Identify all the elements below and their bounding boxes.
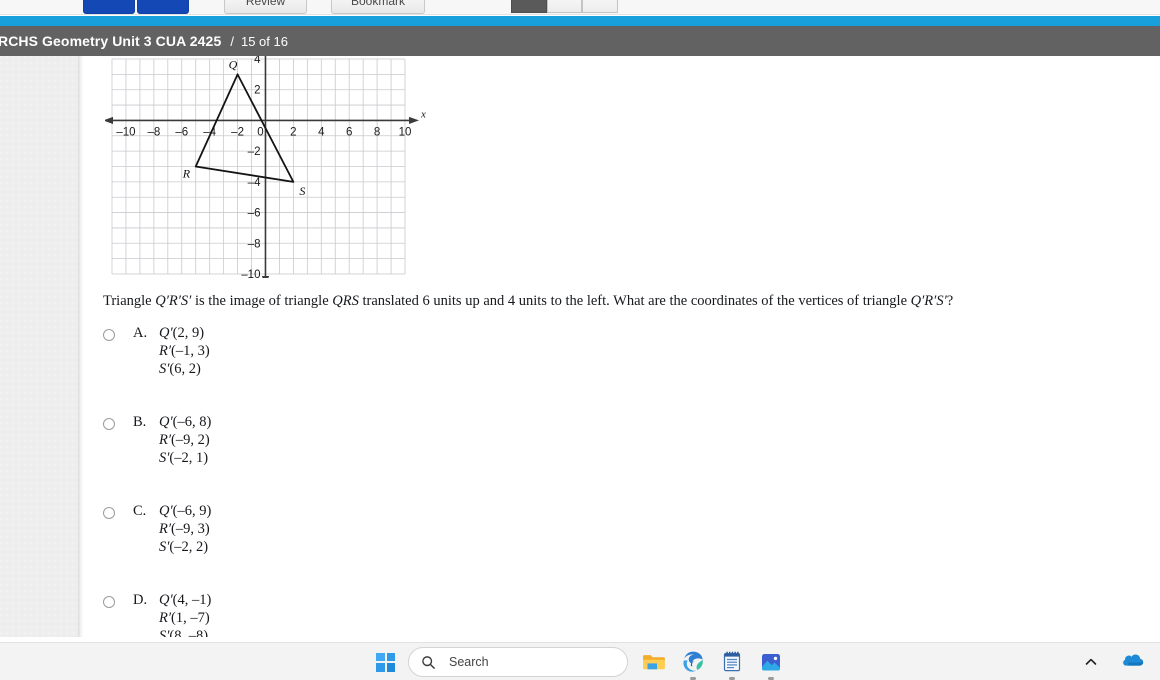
x-tick-label: 4 [318,126,325,138]
search-icon [421,655,436,670]
choice-coordinate-line: Q′(–6, 9) [159,503,212,519]
radio-button[interactable] [103,418,115,430]
answer-choice-a[interactable]: A. Q′(2, 9) R′(–1, 3) S′(6, 2) [103,324,803,413]
start-button[interactable] [376,652,395,672]
question-stem: Triangle Q′R′S′ is the image of triangle… [103,292,1123,311]
microsoft-edge-icon[interactable] [680,649,706,680]
choice-coordinate-line: S′(–2, 2) [159,539,209,556]
y-tick-label: 2 [254,85,260,97]
taskbar-search-box[interactable]: Search [408,647,628,677]
choice-letter: D. [133,592,148,608]
assessment-title: RCHS Geometry Unit 3 CUA 2425 [0,33,222,49]
choice-coordinate-line: Q′(4, –1) [159,592,212,608]
windows-taskbar: Search [0,642,1160,680]
choice-coordinate-line: R′(–1, 3) [159,343,210,360]
top-toolbar: Review Bookmark [0,0,1160,15]
view-mode-1[interactable] [511,0,547,13]
assessment-header: RCHS Geometry Unit 3 CUA 2425 / 15 of 16 [0,26,1160,56]
coordinate-plane-svg: x–10 –8 –6 –4 –2 2 4 6 8 10042–2–4–6–8–10QRS [105,56,426,278]
choice-coordinate-line: R′(–9, 2) [159,432,210,449]
x-tick-label: –8 [147,126,160,138]
y-tick-label: –2 [248,146,261,158]
answer-choice-c[interactable]: C. Q′(–6, 9) R′(–9, 3) S′(–2, 2) [103,502,803,591]
answer-choice-d[interactable]: D. Q′(4, –1) R′(1, –7) S′(8, –8) [103,591,803,637]
answer-choice-list: A. Q′(2, 9) R′(–1, 3) S′(6, 2) B. Q′(–6, 8) R′… [103,324,803,637]
left-gutter-panel [0,56,78,637]
stem-run-5: Q′R′S′ [910,293,947,309]
assessment-screen: Review Bookmark RCHS Geometry Unit 3 CUA… [0,0,1160,680]
vertex-label-S: S [299,184,305,198]
accent-progress-bar [0,16,1160,26]
choice-coordinate-line: S′(6, 2) [159,361,201,378]
choice-text: Q′(–6, 8) R′(–9, 2) S′(–2, 1) [159,413,211,468]
stem-run-0: Triangle [103,293,156,309]
question-content-pane: x –10 –8 –6 –4 –2 2 4 6 8 10 0 4 2 –2 –4 –6 –8 –10 Q R S Tria… [84,56,1160,637]
choice-coordinate-line: R′(–9, 3) [159,521,210,538]
vertex-label-Q: Q [229,57,238,71]
header-separator: / [230,33,234,49]
stem-run-1: Q′R′S′ [155,293,192,309]
notepad-icon[interactable] [719,649,745,680]
radio-button[interactable] [103,329,115,341]
choice-coordinate-line: S′(–2, 1) [159,450,209,467]
show-hidden-icons-chevron[interactable] [1084,655,1098,669]
choice-coordinate-line: R′(1, –7) [159,610,210,627]
onedrive-icon[interactable] [1122,653,1144,672]
item-counter: 15 of 16 [240,33,288,49]
choice-letter: B. [133,414,147,430]
view-mode-3[interactable] [582,0,618,13]
origin-label: 0 [257,126,263,138]
radio-button[interactable] [103,507,115,519]
bookmark-button[interactable]: Bookmark [331,0,425,14]
y-tick-label: –10 [241,269,260,278]
review-button[interactable]: Review [224,0,307,14]
radio-button[interactable] [103,596,115,608]
choice-text: Q′(4, –1) R′(1, –7) S′(8, –8) [159,591,211,637]
y-tick-label: –6 [248,208,261,220]
y-tick-label: 4 [254,56,261,66]
vertex-label-R: R [182,167,191,181]
x-tick-label: 8 [374,126,380,138]
taskbar-search-label: Search [449,655,489,669]
choice-text: Q′(2, 9) R′(–1, 3) S′(6, 2) [159,324,210,379]
x-tick-label: –6 [175,126,188,138]
system-tray [1084,643,1144,680]
choice-letter: C. [133,503,147,519]
stem-run-6: ? [946,293,954,309]
choice-text: Q′(–6, 9) R′(–9, 3) S′(–2, 2) [159,502,211,557]
x-tick-label: –10 [116,126,135,138]
stem-run-2: is the image of triangle [191,293,333,309]
x-axis-label: x [420,108,426,120]
y-tick-label: –8 [248,238,261,250]
x-tick-label: 10 [399,126,412,138]
choice-coordinate-line: Q′(2, 9) [159,325,205,341]
answer-choice-b[interactable]: B. Q′(–6, 8) R′(–9, 2) S′(–2, 1) [103,413,803,502]
photos-icon[interactable] [758,649,784,680]
x-tick-label: 6 [346,126,352,138]
axes [105,56,419,278]
choice-coordinate-line: S′(8, –8) [159,628,209,637]
view-mode-2[interactable] [547,0,582,13]
stem-run-4: translated 6 units up and 4 units to the… [358,293,911,309]
choice-letter: A. [133,325,148,341]
choice-coordinate-line: Q′(–6, 8) [159,414,212,430]
next-button[interactable] [137,0,189,14]
stem-run-3: QRS [332,293,359,309]
y-tick-label: –4 [248,177,261,189]
x-tick-label: 2 [290,126,296,138]
x-tick-label: –2 [231,126,244,138]
coordinate-plane-figure: x –10 –8 –6 –4 –2 2 4 6 8 10 0 4 2 –2 –4 –6 –8 –10 Q R S [105,56,431,278]
file-explorer-icon[interactable] [641,649,667,675]
prev-button[interactable] [83,0,135,14]
